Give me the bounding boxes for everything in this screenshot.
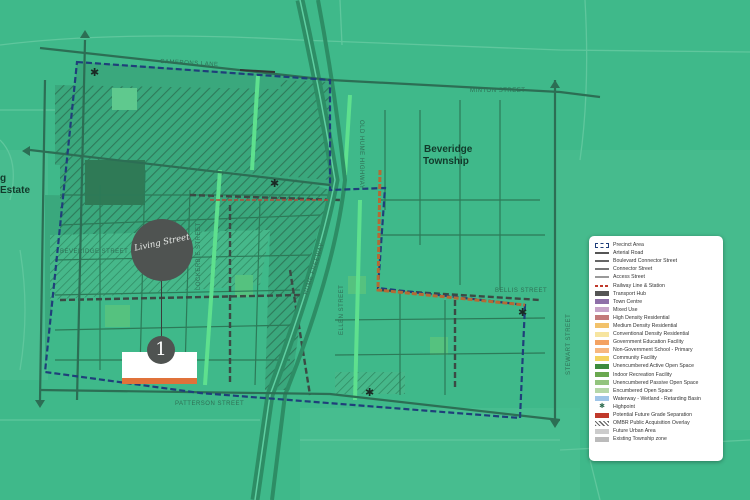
svg-text:✱: ✱ <box>365 386 374 399</box>
label-bellis-street: BELLIS STREET <box>495 288 547 294</box>
future-urban-bottom <box>300 408 580 500</box>
legend-label: Medium Density Residential <box>613 322 678 329</box>
label-left-estate-2: Estate <box>0 185 30 196</box>
legend-label: Connector Street <box>613 266 653 273</box>
legend-item: Boulevard Connector Street <box>595 257 717 265</box>
legend-item: Conventional Density Residential <box>595 330 717 338</box>
legend-swatch <box>595 420 609 426</box>
legend-label: Waterway - Wetland - Retarding Basin <box>613 395 701 402</box>
label-township: Township <box>423 156 469 167</box>
legend-swatch <box>595 307 609 313</box>
legend-swatch <box>595 315 609 321</box>
label-left-estate-1: g <box>0 173 6 184</box>
legend-label: OMBR Public Acquisition Overlay <box>613 420 690 427</box>
legend-item: Non-Government School - Primary <box>595 346 717 354</box>
legend-label: High Density Residential <box>613 314 670 321</box>
legend-swatch <box>595 355 609 361</box>
legend-swatch <box>595 299 609 305</box>
legend-item: Precinct Area <box>595 241 717 249</box>
legend-swatch <box>595 339 609 345</box>
label-lockerbie-street: LOCKERBIE STREET <box>196 222 202 290</box>
pin-stem <box>161 281 162 339</box>
label-minton-street: MINTON STREET <box>470 88 525 94</box>
legend-label: Indoor Recreation Facility <box>613 371 672 378</box>
legend-label: Potential Future Grade Separation <box>613 412 693 419</box>
legend-swatch <box>595 252 609 255</box>
legend-swatch <box>595 396 609 402</box>
legend-swatch <box>595 276 609 279</box>
label-ellen-street: ELLEN STREET <box>339 285 345 335</box>
label-patterson-street: PATTERSON STREET <box>175 401 244 407</box>
legend-label: Non-Government School - Primary <box>613 347 693 354</box>
legend-label: Mixed Use <box>613 306 638 313</box>
legend-item: Transport Hub <box>595 290 717 298</box>
legend-swatch: ✱ <box>599 403 605 411</box>
legend-item: Potential Future Grade Separation <box>595 411 717 419</box>
legend-label: Town Centre <box>613 298 643 305</box>
legend-label: Highpoint <box>613 403 635 410</box>
legend-item: Medium Density Residential <box>595 322 717 330</box>
legend-swatch <box>595 284 609 287</box>
label-beveridge-street: BEVERIDGE STREET <box>60 249 128 255</box>
legend-item: Encumbered Open Space <box>595 387 717 395</box>
legend-label: Access Street <box>613 274 646 281</box>
legend-item: Connector Street <box>595 265 717 273</box>
svg-text:✱: ✱ <box>270 177 279 190</box>
legend-label: Precinct Area <box>613 242 644 249</box>
legend-item: ✱ Highpoint <box>595 403 717 411</box>
legend-swatch <box>595 242 609 248</box>
legend-swatch <box>595 363 609 369</box>
legend-item: Existing Township zone <box>595 435 717 443</box>
legend-item: Unencumbered Active Open Space <box>595 362 717 370</box>
legend-item: Community Facility <box>595 354 717 362</box>
legend-swatch <box>595 428 609 434</box>
legend-item: Mixed Use <box>595 306 717 314</box>
legend-item: Indoor Recreation Facility <box>595 371 717 379</box>
legend-swatch <box>595 323 609 329</box>
legend-label: Government Education Facility <box>613 339 684 346</box>
legend-label: Unencumbered Passive Open Space <box>613 379 699 386</box>
legend-item: High Density Residential <box>595 314 717 322</box>
legend-swatch <box>595 372 609 378</box>
legend-label: Transport Hub <box>613 290 646 297</box>
svg-text:✱: ✱ <box>518 306 527 319</box>
label-stewart-street: STEWART STREET <box>566 314 572 375</box>
legend-swatch <box>595 347 609 353</box>
label-beveridge: Beveridge <box>424 144 473 155</box>
legend-swatch <box>595 331 609 337</box>
legend-swatch <box>595 268 609 271</box>
svg-text:✱: ✱ <box>90 66 99 79</box>
legend-item: Waterway - Wetland - Retarding Basin <box>595 395 717 403</box>
legend-item: Unencumbered Passive Open Space <box>595 379 717 387</box>
legend-item: Government Education Facility <box>595 338 717 346</box>
legend-label: Conventional Density Residential <box>613 331 690 338</box>
legend-item: Railway Line & Station <box>595 281 717 289</box>
legend-item: Town Centre <box>595 298 717 306</box>
legend-swatch <box>595 412 609 418</box>
legend-label: Community Facility <box>613 355 657 362</box>
legend-label: Arterial Road <box>613 250 644 257</box>
legend-label: Railway Line & Station <box>613 282 665 289</box>
label-old-hume-highway: OLD HUME HIGHWAY <box>358 120 364 189</box>
legend-swatch <box>595 260 609 263</box>
legend-item: Arterial Road <box>595 249 717 257</box>
legend-label: Unencumbered Active Open Space <box>613 363 695 370</box>
legend-swatch <box>595 388 609 394</box>
legend-swatch <box>595 436 609 442</box>
legend-swatch <box>595 380 609 386</box>
legend-item: Future Urban Area <box>595 427 717 435</box>
legend-label: Encumbered Open Space <box>613 387 673 394</box>
legend-label: Boulevard Connector Street <box>613 258 678 265</box>
legend-label: Existing Township zone <box>613 436 667 443</box>
map-legend: Precinct Area Arterial Road Boulevard Conn… <box>589 236 723 461</box>
pin-number: 1 <box>155 339 167 360</box>
legend-item: Access Street <box>595 273 717 281</box>
legend-swatch <box>595 291 609 297</box>
legend-item: OMBR Public Acquisition Overlay <box>595 419 717 427</box>
legend-label: Future Urban Area <box>613 428 656 435</box>
